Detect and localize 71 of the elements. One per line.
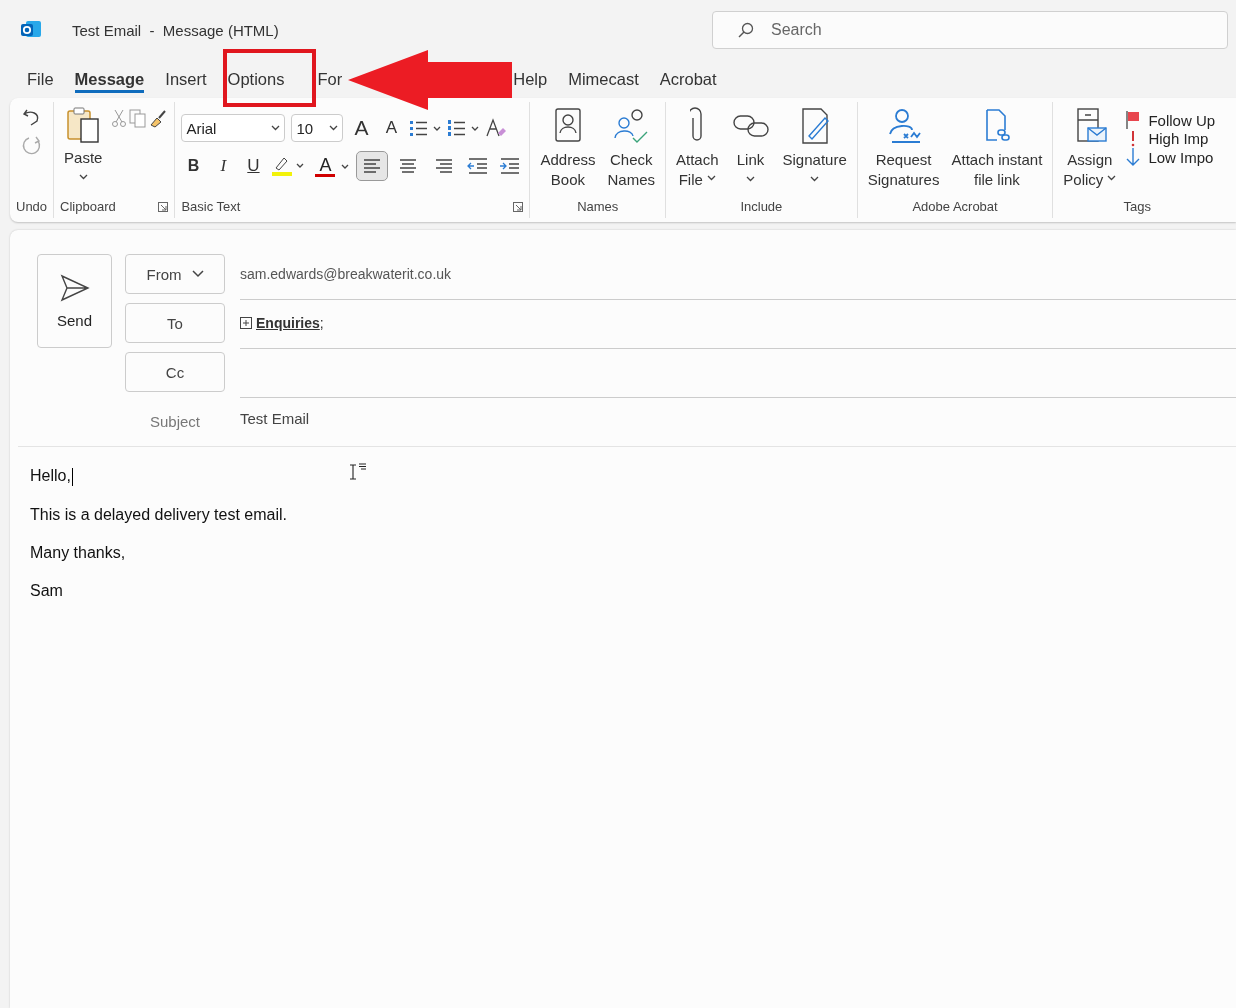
window-title: Test Email - Message (HTML) — [72, 21, 279, 39]
search-input[interactable]: Search — [769, 20, 1227, 40]
recipient-link[interactable]: Enquiries; — [256, 315, 324, 331]
group-label: Include — [740, 199, 783, 214]
chevron-down-icon — [191, 270, 204, 278]
group-label: Names — [577, 199, 619, 214]
numbered-list-icon[interactable] — [447, 118, 480, 138]
font-dropdown[interactable]: Arial — [181, 114, 286, 142]
caret-icon — [78, 174, 88, 180]
paper-plane-icon — [59, 273, 90, 302]
send-button[interactable]: Send — [37, 254, 112, 348]
ribbon-tab[interactable]: Mimecast — [568, 70, 639, 93]
clear-format-icon[interactable] — [485, 118, 508, 138]
body-text: Many thanks, — [30, 543, 127, 562]
ribbon-tab[interactable]: Options — [227, 70, 285, 93]
body-text: This is a delayed delivery test email. — [30, 505, 288, 524]
launcher-icon[interactable] — [158, 201, 169, 212]
tag-button[interactable]: High Imp — [1124, 130, 1216, 147]
caret-icon — [706, 175, 716, 181]
cc-button[interactable]: Cc — [125, 352, 225, 392]
ribbon-tab[interactable]: Acrobat — [659, 70, 717, 93]
expand-icon[interactable] — [240, 317, 252, 329]
ribbon-tab[interactable]: File — [27, 70, 54, 93]
launcher-icon[interactable] — [513, 201, 524, 212]
paste-button[interactable]: Paste — [60, 106, 107, 184]
caret-icon — [329, 125, 339, 131]
grow-font-button[interactable]: A — [349, 116, 374, 140]
caret-icon — [810, 176, 820, 182]
shrink-font-button[interactable]: A — [379, 118, 404, 138]
tag-button[interactable]: Follow Up — [1124, 110, 1216, 130]
body-text: Hello, — [30, 467, 74, 486]
bullet-list-icon[interactable] — [409, 118, 442, 138]
from-button[interactable]: From — [125, 254, 225, 294]
ribbon-button[interactable]: Attach File — [672, 106, 723, 190]
font-color-button[interactable]: A — [315, 155, 336, 177]
ribbon-button[interactable]: Request Signatures — [863, 106, 944, 190]
search-icon — [737, 21, 755, 39]
ribbon-tab[interactable]: Insert — [165, 70, 207, 93]
group-label: Undo — [16, 199, 48, 214]
ribbon-button[interactable]: Link — [726, 106, 775, 186]
clipboard-icon — [65, 106, 102, 144]
arrow-icon — [348, 50, 512, 110]
group-label: Basic Text — [181, 199, 241, 214]
caret-icon — [746, 176, 756, 182]
caret-icon — [1107, 175, 1117, 181]
bold-button[interactable]: B — [181, 157, 206, 175]
subject-label: Subject — [148, 412, 201, 430]
ribbon-button[interactable]: Attach instant file link — [947, 106, 1047, 190]
group-label: Adobe Acrobat — [912, 199, 998, 214]
ribbon-button[interactable]: Check Names — [603, 106, 659, 190]
subject-field[interactable]: Test Email — [240, 398, 1236, 444]
ribbon-tab[interactable]: Message — [74, 70, 145, 93]
ribbon-button[interactable]: Signature — [778, 106, 851, 186]
group-label: Tags — [1123, 199, 1151, 214]
align-button[interactable] — [357, 152, 388, 180]
from-field[interactable]: sam.edwards@breakwaterit.co.uk — [240, 254, 1236, 300]
ribbon-tab[interactable]: Help — [513, 70, 548, 93]
body-text: Sam — [30, 581, 64, 600]
ribbon-button[interactable]: Address Book — [536, 106, 600, 190]
search-field[interactable]: Search — [712, 11, 1228, 49]
brush-icon[interactable] — [148, 108, 169, 128]
ribbon-button[interactable]: Assign Policy — [1059, 106, 1121, 190]
exclamation-icon — [1131, 130, 1136, 147]
to-button[interactable]: To — [125, 303, 225, 343]
underline-button[interactable]: U — [241, 156, 266, 176]
ribbon-tab[interactable]: For — [317, 70, 343, 93]
tag-button[interactable]: Low Impo — [1124, 147, 1216, 167]
italic-button[interactable]: I — [211, 156, 236, 176]
caret-icon — [271, 125, 281, 131]
group-label: Clipboard — [60, 199, 116, 214]
size-dropdown[interactable]: 10 — [291, 114, 344, 142]
